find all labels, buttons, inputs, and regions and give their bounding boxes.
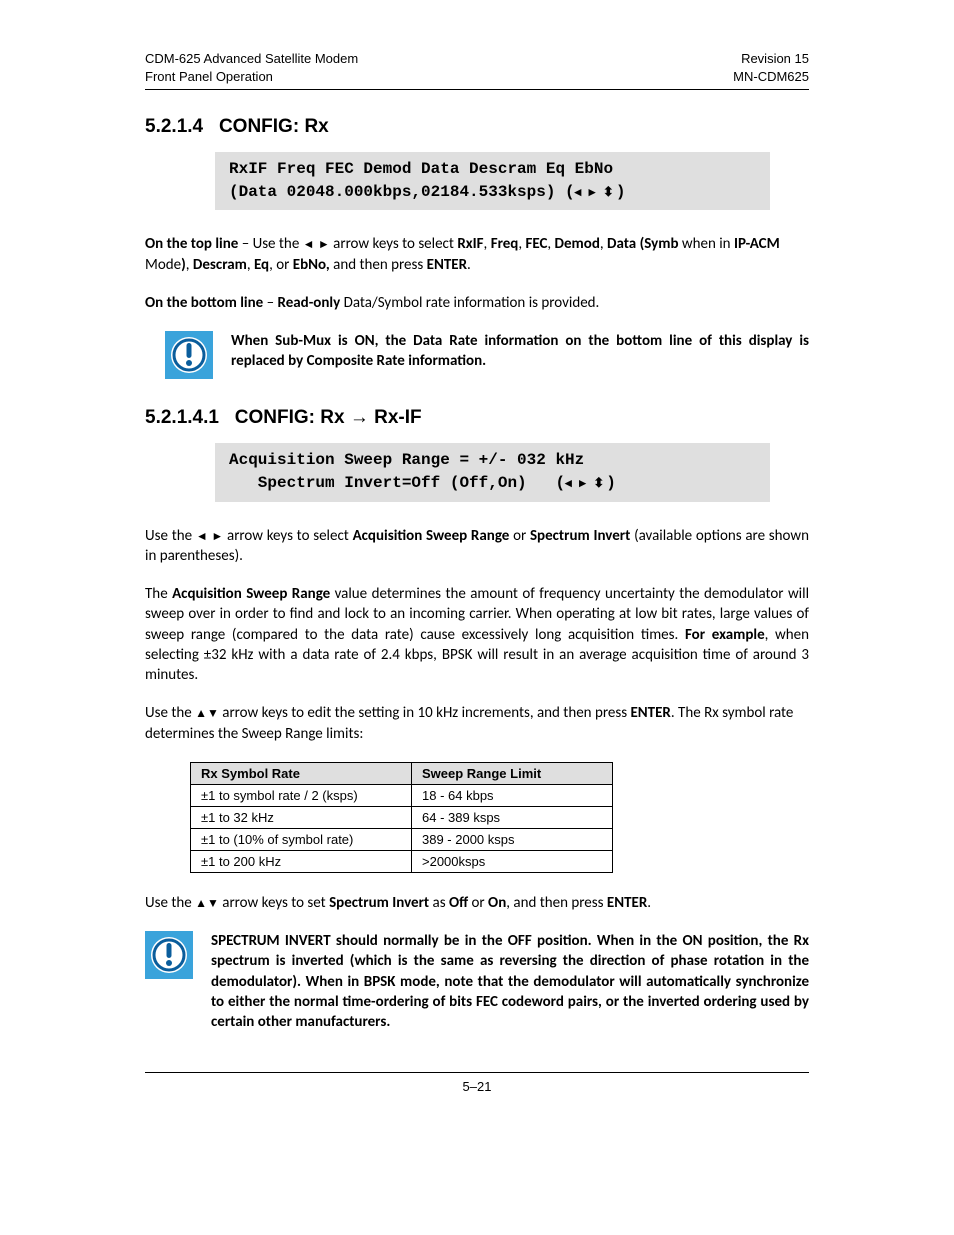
- page-header: CDM-625 Advanced Satellite Modem Front P…: [145, 50, 809, 85]
- page-number: 5–21: [463, 1079, 492, 1094]
- up-down-arrow-icon: ▲▼: [195, 896, 219, 910]
- lcd-display-rxif: Acquisition Sweep Range = +/- 032 kHz Sp…: [215, 443, 770, 501]
- lcd-display-rx: RxIF Freq FEC Demod Data Descram Eq EbNo…: [215, 152, 770, 210]
- lcd-line-1: RxIF Freq FEC Demod Data Descram Eq EbNo: [229, 158, 756, 181]
- sweep-range-table: Rx Symbol Rate Sweep Range Limit ±1 to s…: [190, 762, 613, 873]
- header-right-2: MN-CDM625: [733, 68, 809, 86]
- lcd-line-1: Acquisition Sweep Range = +/- 032 kHz: [229, 449, 756, 472]
- header-left-1: CDM-625 Advanced Satellite Modem: [145, 50, 358, 68]
- table-header: Rx Symbol Rate: [191, 762, 412, 784]
- paragraph-sweep-range: The Acquisition Sweep Range value determ…: [145, 584, 809, 685]
- header-divider: [145, 89, 809, 90]
- table-row: ±1 to 32 kHz 64 - 389 ksps: [191, 806, 613, 828]
- table-cell: 64 - 389 ksps: [412, 806, 613, 828]
- table-row: ±1 to (10% of symbol rate) 389 - 2000 ks…: [191, 828, 613, 850]
- header-right-1: Revision 15: [733, 50, 809, 68]
- table-cell: ±1 to (10% of symbol rate): [191, 828, 412, 850]
- section-heading-5-2-1-4: 5.2.1.4 CONFIG: Rx: [145, 116, 809, 138]
- paragraph-edit-setting: Use the ▲▼ arrow keys to edit the settin…: [145, 703, 809, 744]
- footer-divider: [145, 1072, 809, 1073]
- note-text: When Sub-Mux is ON, the Data Rate inform…: [231, 331, 809, 372]
- section-title: CONFIG: Rx → Rx-IF: [235, 407, 422, 428]
- arrow-keys-icon: ◂ ▸ ⬍: [575, 184, 616, 199]
- paragraph-spectrum-invert: Use the ▲▼ arrow keys to set Spectrum In…: [145, 893, 809, 913]
- section-number: 5.2.1.4: [145, 116, 203, 137]
- table-header-row: Rx Symbol Rate Sweep Range Limit: [191, 762, 613, 784]
- section-number: 5.2.1.4.1: [145, 407, 219, 428]
- note-text: SPECTRUM INVERT should normally be in th…: [211, 931, 809, 1032]
- paragraph-bottom-line: On the bottom line – Read-only Data/Symb…: [145, 293, 809, 313]
- table-cell: >2000ksps: [412, 850, 613, 872]
- left-right-arrow-icon: ◄ ►: [303, 237, 330, 251]
- header-left-2: Front Panel Operation: [145, 68, 358, 86]
- note-block-spectrum: SPECTRUM INVERT should normally be in th…: [145, 931, 809, 1032]
- paragraph-select-field: Use the ◄ ► arrow keys to select Acquisi…: [145, 526, 809, 567]
- table-row: ±1 to symbol rate / 2 (ksps) 18 - 64 kbp…: [191, 784, 613, 806]
- table-row: ±1 to 200 kHz >2000ksps: [191, 850, 613, 872]
- section-heading-5-2-1-4-1: 5.2.1.4.1 CONFIG: Rx → Rx-IF: [145, 407, 809, 429]
- left-right-arrow-icon: ◄ ►: [196, 529, 223, 543]
- table-cell: ±1 to 200 kHz: [191, 850, 412, 872]
- table-cell: ±1 to symbol rate / 2 (ksps): [191, 784, 412, 806]
- note-block-submux: When Sub-Mux is ON, the Data Rate inform…: [165, 331, 809, 379]
- lcd-line-2: Spectrum Invert=Off (Off,On) (◂ ▸ ⬍): [229, 472, 756, 495]
- table-cell: ±1 to 32 kHz: [191, 806, 412, 828]
- paragraph-top-line: On the top line – Use the ◄ ► arrow keys…: [145, 234, 809, 275]
- up-down-arrow-icon: ▲▼: [195, 706, 219, 720]
- section-title: CONFIG: Rx: [219, 116, 329, 137]
- arrow-keys-icon: ◂ ▸ ⬍: [565, 475, 606, 490]
- page-footer: 5–21: [145, 1072, 809, 1094]
- lcd-line-2: (Data 02048.000kbps,02184.533ksps) (◂ ▸ …: [229, 181, 756, 204]
- alert-icon: [165, 331, 213, 379]
- table-cell: 18 - 64 kbps: [412, 784, 613, 806]
- alert-icon: [145, 931, 193, 979]
- table-cell: 389 - 2000 ksps: [412, 828, 613, 850]
- table-header: Sweep Range Limit: [412, 762, 613, 784]
